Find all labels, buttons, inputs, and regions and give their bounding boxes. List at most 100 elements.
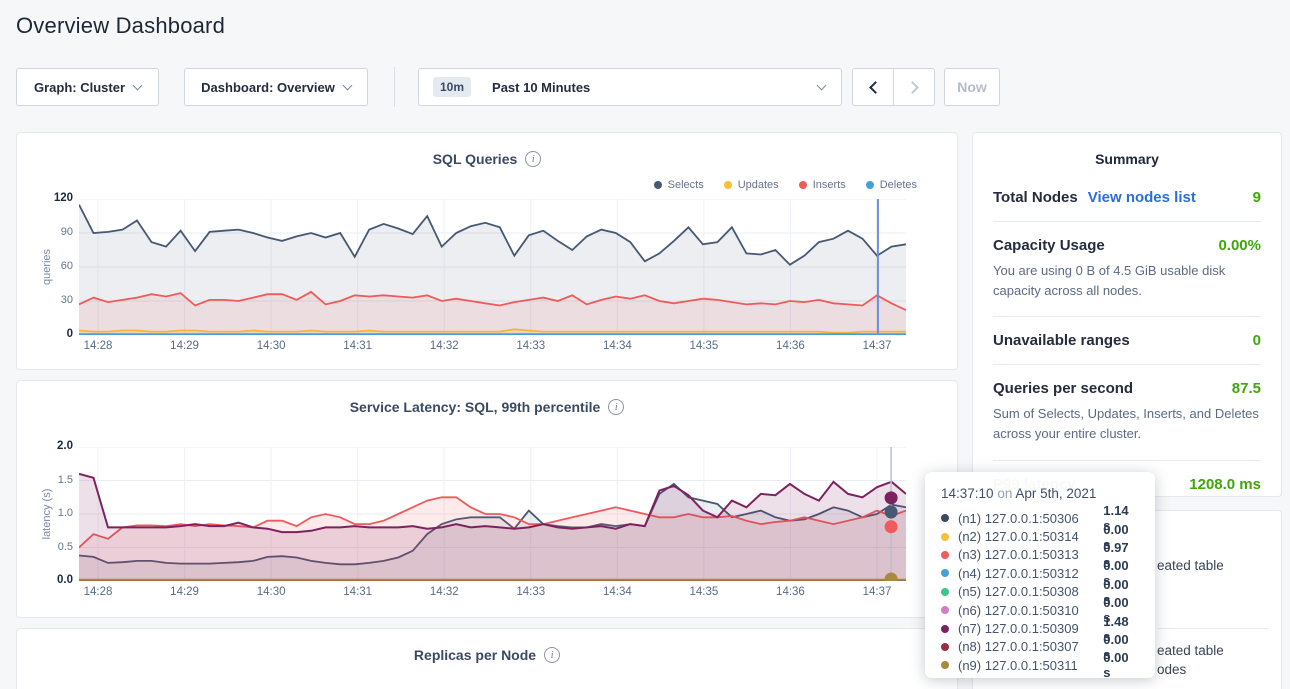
node-address: (n1) 127.0.0.1:50306: [958, 511, 1103, 526]
capacity-usage-desc: You are using 0 B of 4.5 GiB usable disk…: [993, 261, 1261, 301]
unavailable-ranges-value: 0: [1253, 332, 1261, 349]
node-address: (n7) 127.0.0.1:50309: [958, 621, 1103, 636]
hover-dot: [885, 506, 898, 519]
node-color-dot: [941, 551, 949, 559]
time-range-label: Past 10 Minutes: [492, 80, 590, 95]
chart-hover-tooltip: 14:37:10 on Apr 5th, 2021 (n1) 127.0.0.1…: [925, 472, 1155, 678]
legend-label: Deletes: [880, 179, 917, 191]
x-tick-label: 14:31: [336, 340, 380, 352]
node-address: (n4) 127.0.0.1:50312: [958, 566, 1103, 581]
hover-dot: [885, 491, 898, 504]
replicas-per-node-chart-card: Replicas per Node i: [16, 628, 958, 689]
time-range-dropdown[interactable]: 10m Past 10 Minutes: [418, 68, 842, 106]
now-button[interactable]: Now: [944, 68, 1000, 106]
dashboard-dropdown-label: Dashboard: Overview: [201, 80, 335, 95]
service-latency-chart-card: Service Latency: SQL, 99th percentile i …: [16, 380, 958, 618]
y-axis-unit: latency (s): [41, 489, 53, 540]
view-nodes-list-link[interactable]: View nodes list: [1088, 189, 1196, 206]
tooltip-time: 14:37:10: [941, 486, 994, 501]
y-tick-label: 0: [21, 328, 73, 340]
node-color-dot: [941, 569, 949, 577]
unavailable-ranges-label: Unavailable ranges: [993, 332, 1130, 349]
x-tick-label: 14:35: [682, 340, 726, 352]
total-nodes-label: Total Nodes: [993, 189, 1078, 206]
node-color-dot: [941, 661, 949, 669]
summary-panel: Summary Total Nodes View nodes list 9 Ca…: [972, 132, 1282, 497]
x-tick-label: 14:36: [768, 340, 812, 352]
total-nodes-value: 9: [1253, 189, 1261, 206]
time-prev-button[interactable]: [852, 68, 894, 106]
x-tick-label: 14:34: [595, 586, 639, 598]
y-tick-label: 0.0: [21, 574, 73, 586]
divider: [993, 460, 1261, 461]
x-tick-label: 14:33: [509, 586, 553, 598]
y-tick-label: 1.5: [21, 474, 73, 486]
qps-value: 87.5: [1232, 380, 1261, 397]
node-color-dot: [941, 643, 949, 651]
chevron-down-icon: [133, 80, 143, 90]
info-icon[interactable]: i: [525, 151, 541, 167]
legend-item-inserts[interactable]: Inserts: [799, 179, 846, 191]
time-next-button[interactable]: [893, 68, 935, 106]
chevron-left-icon: [869, 81, 882, 94]
p99-latency-value: 1208.0 ms: [1189, 476, 1261, 493]
x-tick-label: 14:33: [509, 340, 553, 352]
x-tick-label: 14:29: [163, 340, 207, 352]
legend-item-selects[interactable]: Selects: [654, 179, 704, 191]
event-row-fragment[interactable]: eated table: [1157, 643, 1224, 658]
qps-desc: Sum of Selects, Updates, Inserts, and De…: [993, 404, 1261, 444]
chart-title: SQL Queries: [433, 151, 518, 167]
node-color-dot: [941, 606, 949, 614]
info-icon[interactable]: i: [544, 647, 560, 663]
node-color-dot: [941, 588, 949, 596]
x-tick-label: 14:29: [163, 586, 207, 598]
y-tick-label: 0.5: [21, 541, 73, 553]
divider: [1158, 628, 1268, 629]
x-tick-label: 14:31: [336, 586, 380, 598]
legend-item-deletes[interactable]: Deletes: [866, 179, 917, 191]
sql-queries-plot[interactable]: [79, 199, 906, 335]
divider: [993, 364, 1261, 365]
node-address: (n2) 127.0.0.1:50314: [958, 529, 1103, 544]
x-tick-label: 14:37: [855, 586, 899, 598]
node-address: (n8) 127.0.0.1:50307: [958, 639, 1103, 654]
x-tick-label: 14:35: [682, 586, 726, 598]
tooltip-date: Apr 5th, 2021: [1015, 486, 1096, 501]
tooltip-rows: (n1) 127.0.0.1:503061.14 s(n2) 127.0.0.1…: [941, 509, 1139, 675]
y-tick-label: 30: [21, 294, 73, 306]
service-latency-plot[interactable]: [79, 447, 906, 581]
now-button-label: Now: [957, 79, 987, 95]
node-color-dot: [941, 514, 949, 522]
divider: [993, 316, 1261, 317]
tooltip-title: 14:37:10 on Apr 5th, 2021: [941, 486, 1139, 501]
event-row-fragment[interactable]: eated table: [1157, 558, 1224, 573]
info-icon[interactable]: i: [608, 399, 624, 415]
y-axis-unit: queries: [41, 249, 53, 285]
chart-legend: Selects Updates Inserts Deletes: [654, 179, 917, 191]
chevron-down-icon: [342, 80, 352, 90]
legend-label: Updates: [738, 179, 779, 191]
hover-dot: [885, 520, 898, 533]
x-tick-label: 14:32: [422, 340, 466, 352]
page-title: Overview Dashboard: [16, 13, 225, 39]
chevron-down-icon: [817, 80, 827, 90]
time-range-badge: 10m: [433, 77, 471, 97]
y-tick-label: 120: [21, 192, 73, 204]
dashboard-dropdown[interactable]: Dashboard: Overview: [184, 68, 368, 106]
y-tick-label: 2.0: [21, 440, 73, 452]
x-tick-label: 14:32: [422, 586, 466, 598]
legend-dot: [654, 181, 662, 189]
chart-svg: [79, 447, 906, 581]
controls-divider: [394, 67, 395, 107]
chart-title: Service Latency: SQL, 99th percentile: [350, 399, 601, 415]
node-color-dot: [941, 533, 949, 541]
graph-dropdown[interactable]: Graph: Cluster: [16, 68, 159, 106]
node-address: (n3) 127.0.0.1:50313: [958, 547, 1103, 562]
x-tick-label: 14:34: [595, 340, 639, 352]
node-color-dot: [941, 625, 949, 633]
divider: [993, 221, 1261, 222]
sql-queries-chart-card: SQL Queries i Selects Updates Inserts Delet…: [16, 132, 958, 370]
event-row-fragment[interactable]: odes: [1157, 662, 1186, 677]
node-address: (n5) 127.0.0.1:50308: [958, 584, 1103, 599]
legend-item-updates[interactable]: Updates: [724, 179, 779, 191]
